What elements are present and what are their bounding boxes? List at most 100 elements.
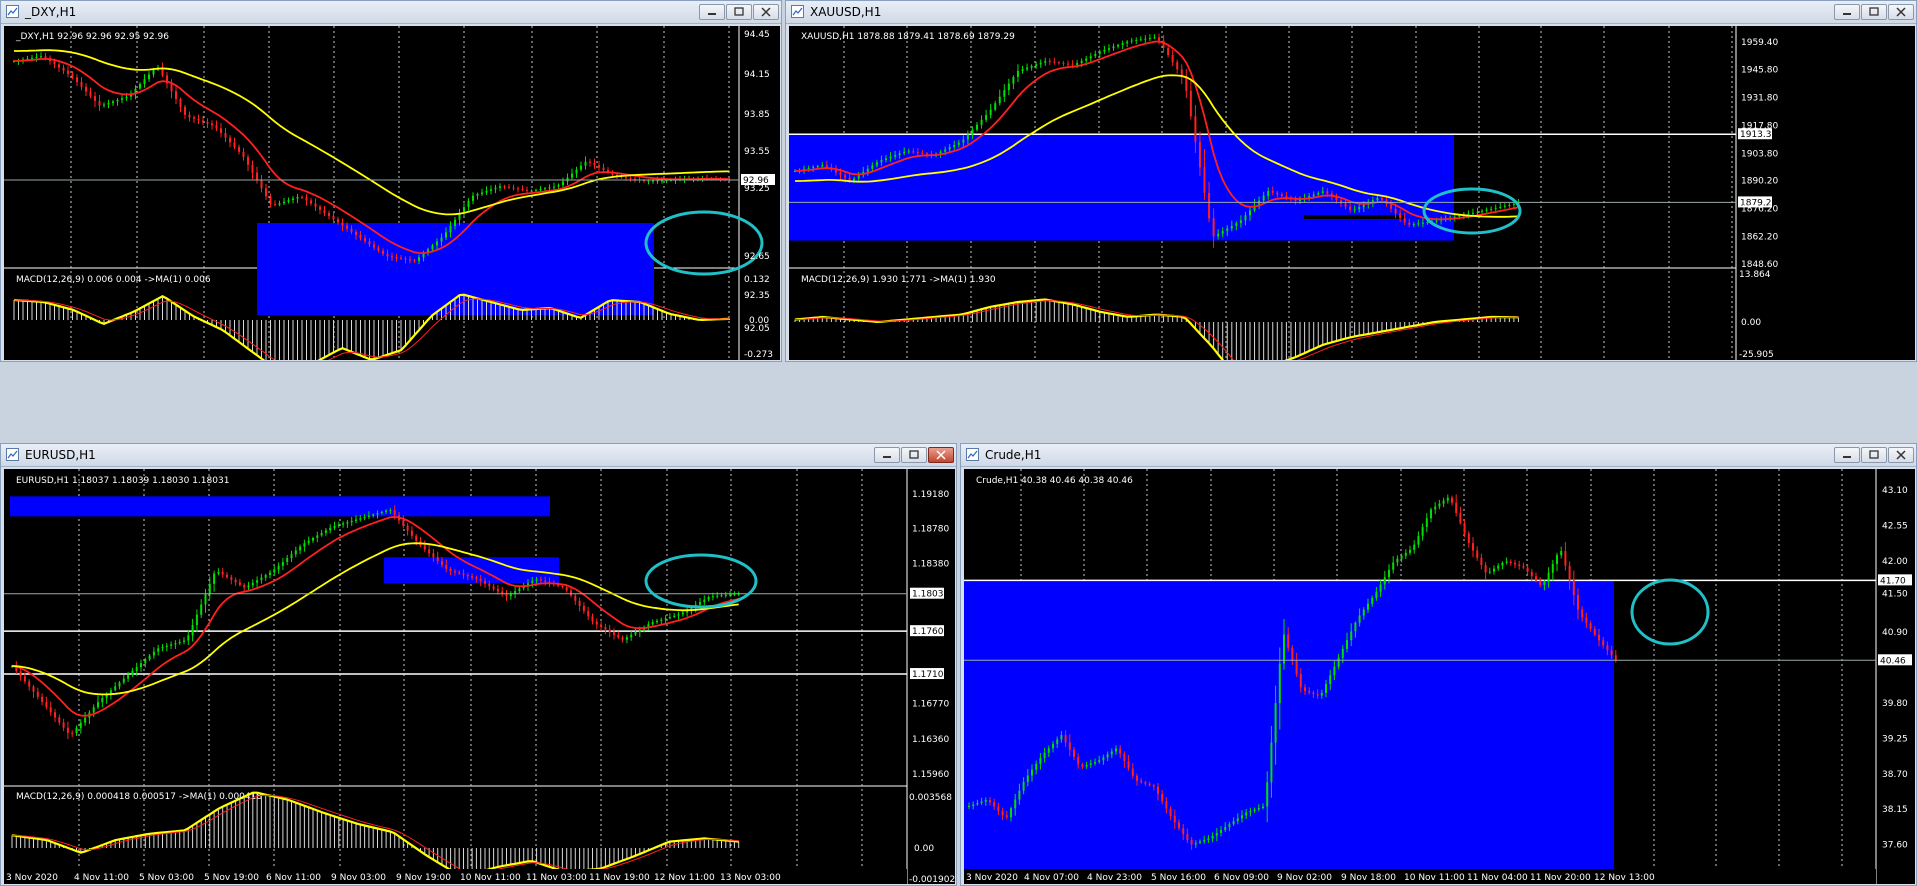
dxy-candle-body [548, 187, 551, 189]
crude-candle-body [1178, 822, 1180, 829]
maximize-button[interactable] [1861, 4, 1887, 20]
crude-candle-body [1127, 761, 1130, 769]
chart-area-crude[interactable]: Crude,H1 40.38 40.46 40.38 40.46 43.10 42.… [964, 469, 1915, 884]
minimize-button[interactable] [874, 447, 900, 463]
minimize-button[interactable] [699, 4, 725, 20]
eur-candle-body [574, 595, 577, 601]
xau-candle-body [1239, 220, 1242, 224]
time-tick: 4 Nov 07:00 [1024, 873, 1079, 883]
chart-area-dxy[interactable]: _DXY,H1 92.96 92.96 92.95 92.96 94.45 94.1… [4, 26, 780, 360]
xau-candle-body [1512, 203, 1515, 205]
eur-candle-body [204, 594, 207, 605]
crude-candle-body [1283, 634, 1285, 664]
dxy-candle-body [220, 128, 222, 133]
dxy-candle-body [116, 99, 119, 102]
eur-candle-body [453, 571, 456, 573]
eur-candle-body [58, 717, 61, 723]
xau-candle-body [889, 156, 892, 159]
titlebar-xauusd[interactable]: XAUUSD,H1 [786, 1, 1916, 24]
macd-tick: 0.003568 [909, 793, 952, 803]
crude-candle-body [1383, 577, 1386, 585]
dxy-candle-body [539, 189, 542, 191]
dxy-candle-body [256, 172, 258, 181]
close-button[interactable] [1888, 4, 1914, 20]
crude-candle-body [1001, 810, 1004, 816]
price-tick: 1.16360 [912, 735, 949, 745]
crude-candle-body [1119, 748, 1122, 754]
xau-candle-body [1399, 213, 1402, 218]
dxy-candle-body [526, 189, 528, 191]
close-button[interactable] [753, 4, 779, 20]
titlebar-dxy[interactable]: _DXY,H1 [1, 1, 781, 24]
crude-candle-body [1068, 742, 1071, 750]
window-crude[interactable]: Crude,H1 Crude,H1 40.38 40.46 40.38 40.4… [960, 443, 1917, 886]
dxy-candle-body [71, 73, 74, 78]
xau-candle-body [875, 162, 878, 166]
dxy-candle-body [602, 167, 605, 170]
dxy-candle-body [350, 228, 353, 232]
price-tick: 1.19180 [912, 490, 949, 500]
xau-candle-body [821, 165, 824, 167]
supply-demand-zone [789, 134, 1454, 241]
eur-candle-body [157, 648, 160, 652]
crude-candle-body [1152, 785, 1155, 787]
dxy-candle-body [98, 100, 101, 106]
titlebar-crude[interactable]: Crude,H1 [961, 444, 1916, 467]
minimize-button[interactable] [1834, 4, 1860, 20]
eur-candle-body [131, 670, 134, 675]
crude-candle-body [1089, 763, 1092, 765]
dxy-candle-body [449, 225, 452, 233]
crude-candle-body [1556, 555, 1558, 564]
maximize-button[interactable] [1861, 447, 1887, 463]
eur-candle-body [561, 585, 564, 588]
dxy-candle-body [503, 186, 506, 188]
xau-candle-body [834, 169, 837, 173]
minimize-button[interactable] [1834, 447, 1860, 463]
eur-candle-body [350, 520, 353, 523]
close-button[interactable] [928, 447, 954, 463]
window-title: _DXY,H1 [25, 5, 77, 19]
window-title: EURUSD,H1 [25, 448, 96, 462]
price-tick: 39.80 [1882, 699, 1908, 709]
dxy-ma-slow [14, 49, 730, 216]
xau-candle-body [1499, 206, 1502, 208]
dxy-candle-body [193, 117, 195, 119]
maximize-button[interactable] [901, 447, 927, 463]
xau-candle-body [1044, 61, 1047, 63]
eur-candle-body [217, 572, 220, 574]
crude-candle-body [1606, 645, 1609, 651]
dxy-candle-body [202, 120, 204, 123]
eur-candle-body [161, 647, 164, 649]
eur-candle-body [45, 701, 48, 708]
titlebar-eurusd[interactable]: EURUSD,H1 [1, 444, 956, 467]
dxy-candle-body [517, 188, 519, 190]
window-dxy[interactable]: _DXY,H1 _DXY,H1 92.96 92.96 92.95 92.96 9… [0, 0, 782, 362]
dxy-candle-body [107, 102, 110, 105]
time-tick: 10 Nov 11:00 [1404, 873, 1465, 883]
xau-candle-body [921, 152, 924, 154]
window-eurusd[interactable]: EURUSD,H1 EURUSD,H1 1.18037 1.18039 1.18… [0, 443, 957, 886]
price-tick: 43.10 [1882, 486, 1908, 496]
macd-tick: 0.132 [744, 275, 770, 285]
window-xauusd[interactable]: XAUUSD,H1 XAUUSD,H1 1878.88 1879.41 1878… [785, 0, 1917, 362]
dxy-candle-body [332, 216, 335, 220]
dxy-candle-body [553, 186, 555, 188]
dxy-candle-body [310, 200, 312, 204]
chart-area-xauusd[interactable]: XAUUSD,H1 1878.88 1879.41 1878.69 1879.2… [789, 26, 1915, 360]
dxy-candle-body [557, 185, 560, 187]
eur-candle-body [114, 686, 117, 691]
dxy-candle-body [296, 196, 299, 199]
eur-candle-body [277, 565, 280, 570]
crude-candle-body [1325, 684, 1327, 693]
close-button[interactable] [1888, 447, 1914, 463]
time-tick: 10 Nov 11:00 [460, 873, 521, 883]
time-tick: 9 Nov 02:00 [1277, 873, 1332, 883]
crude-candle-body [1547, 572, 1550, 582]
price-tick: 93.85 [744, 110, 770, 120]
crude-candle-body [1598, 634, 1600, 641]
maximize-button[interactable] [726, 4, 752, 20]
eur-candle-body [570, 590, 572, 596]
xau-candle-body [1340, 200, 1342, 204]
eur-candle-body [600, 624, 603, 628]
chart-area-eurusd[interactable]: EURUSD,H1 1.18037 1.18039 1.18030 1.1803… [4, 469, 955, 884]
